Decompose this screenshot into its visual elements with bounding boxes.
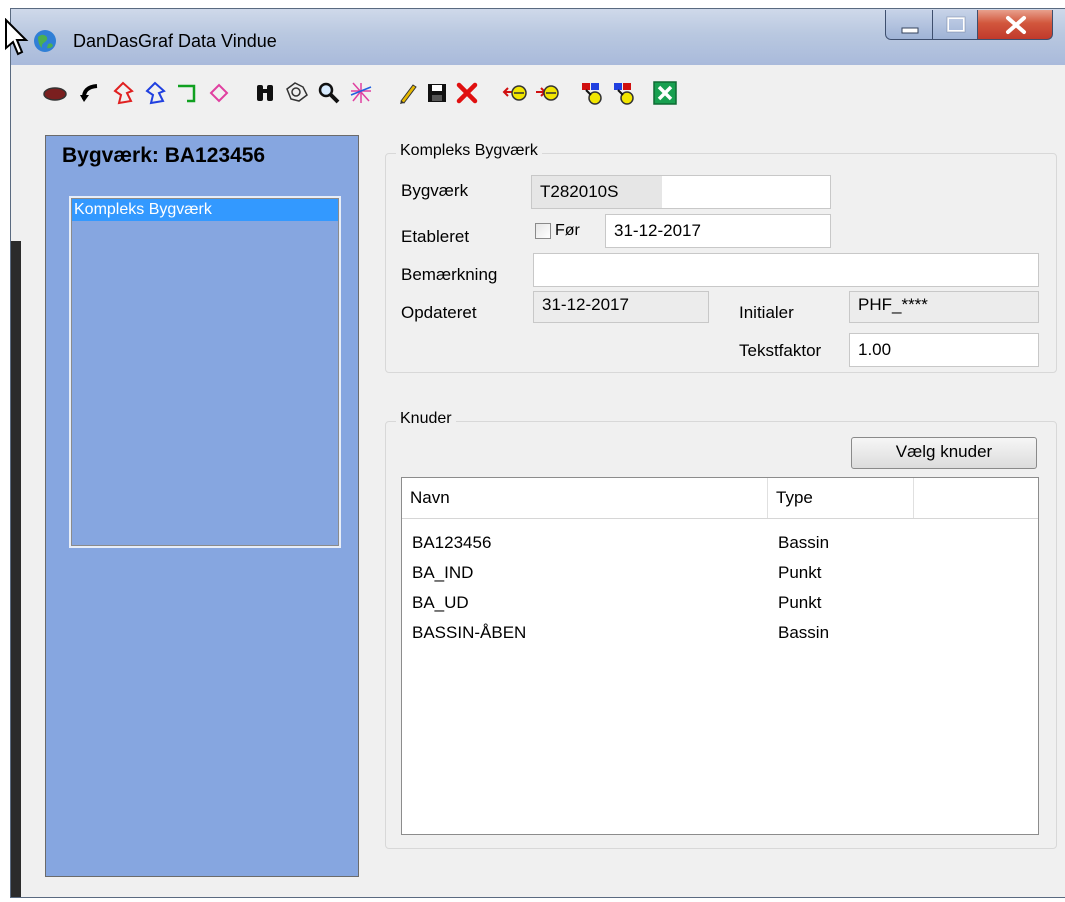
row-navn: BA_IND — [412, 563, 474, 582]
list-header: Navn Type — [402, 478, 1038, 519]
tree-view[interactable]: Kompleks Bygværk — [69, 196, 341, 548]
zoom-pan-icon[interactable] — [283, 79, 311, 107]
globe-icon — [34, 30, 56, 52]
remove-node-icon[interactable] — [533, 79, 561, 107]
bygvaerk-value: T282010S — [532, 176, 662, 208]
close-icon — [1006, 16, 1026, 34]
node-link-icon[interactable] — [579, 79, 607, 107]
bygvaerk-title: Bygværk: BA123456 — [62, 144, 266, 167]
table-row[interactable]: BA_IND Punkt — [402, 558, 1038, 588]
window-title: DanDasGraf Data Vindue — [73, 31, 277, 51]
bemaerkning-label: Bemærkning — [401, 265, 498, 284]
column-header-type[interactable]: Type — [768, 478, 914, 518]
table-row[interactable]: BASSIN-ÅBEN Bassin — [402, 618, 1038, 648]
network-icon[interactable] — [347, 79, 375, 107]
bygvaerk-label: Bygværk — [401, 181, 469, 200]
foer-label: Før — [555, 222, 580, 239]
row-type: Punkt — [778, 593, 822, 612]
window-left-edge — [11, 241, 21, 897]
table-row[interactable]: BA123456 Bassin — [402, 528, 1038, 558]
polygon-red-icon[interactable] — [109, 79, 137, 107]
kompleks-group-label: Kompleks Bygværk — [396, 142, 542, 160]
title-bar[interactable]: DanDasGraf Data Vindue — [11, 9, 1065, 65]
tree-item-kompleks-bygvaerk[interactable]: Kompleks Bygværk — [72, 199, 338, 221]
row-type: Bassin — [778, 623, 830, 642]
maximize-icon — [946, 16, 966, 33]
etableret-label: Etableret — [401, 227, 470, 246]
knuder-group-label: Knuder — [396, 410, 456, 428]
row-navn: BA123456 — [412, 533, 492, 552]
save-icon[interactable] — [423, 79, 451, 107]
row-type: Punkt — [778, 563, 822, 582]
vaelg-knuder-button[interactable]: Vælg knuder — [851, 437, 1037, 469]
delete-icon[interactable] — [453, 79, 481, 107]
opdateret-field: 31-12-2017 — [533, 291, 709, 323]
close-window-icon[interactable] — [651, 79, 679, 107]
binoculars-icon[interactable] — [251, 79, 279, 107]
column-header-navn[interactable]: Navn — [402, 478, 768, 518]
data-window: DanDasGraf Data Vindue Bygværk: BA123456… — [10, 8, 1065, 898]
etableret-date-field[interactable]: 31-12-2017 — [605, 214, 831, 248]
polygon-blue-icon[interactable] — [141, 79, 169, 107]
magnifier-icon[interactable] — [315, 79, 343, 107]
tekstfaktor-field[interactable]: 1.00 — [849, 333, 1039, 367]
left-panel: Bygværk: BA123456 Kompleks Bygværk — [45, 135, 359, 877]
table-row[interactable]: BA_UD Punkt — [402, 588, 1038, 618]
mouse-cursor-icon — [5, 18, 29, 56]
ellipse-icon[interactable] — [41, 79, 69, 107]
initialer-label: Initialer — [739, 303, 794, 322]
initialer-field: PHF_**** — [849, 291, 1039, 323]
maximize-button[interactable] — [932, 10, 978, 40]
minimize-icon — [901, 27, 919, 34]
polygon-pink-icon[interactable] — [205, 79, 233, 107]
add-node-icon[interactable] — [501, 79, 529, 107]
arrow-curve-icon[interactable] — [77, 79, 105, 107]
minimize-button[interactable] — [885, 10, 933, 40]
row-type: Bassin — [778, 533, 830, 552]
row-navn: BASSIN-ÅBEN — [412, 623, 527, 642]
node-unlink-icon[interactable] — [611, 79, 639, 107]
opdateret-label: Opdateret — [401, 303, 477, 322]
knuder-list[interactable]: Navn Type BA123456 Bassin BA_IND Punkt B… — [401, 477, 1039, 835]
polyline-green-icon[interactable] — [173, 79, 201, 107]
pencil-icon[interactable] — [393, 79, 421, 107]
tekstfaktor-label: Tekstfaktor — [739, 341, 822, 360]
toolbar — [11, 65, 1065, 121]
close-button[interactable] — [977, 10, 1053, 40]
row-navn: BA_UD — [412, 593, 469, 612]
bemaerkning-field[interactable] — [533, 253, 1039, 287]
bygvaerk-field[interactable]: T282010S — [531, 175, 831, 209]
foer-checkbox[interactable] — [535, 223, 551, 239]
